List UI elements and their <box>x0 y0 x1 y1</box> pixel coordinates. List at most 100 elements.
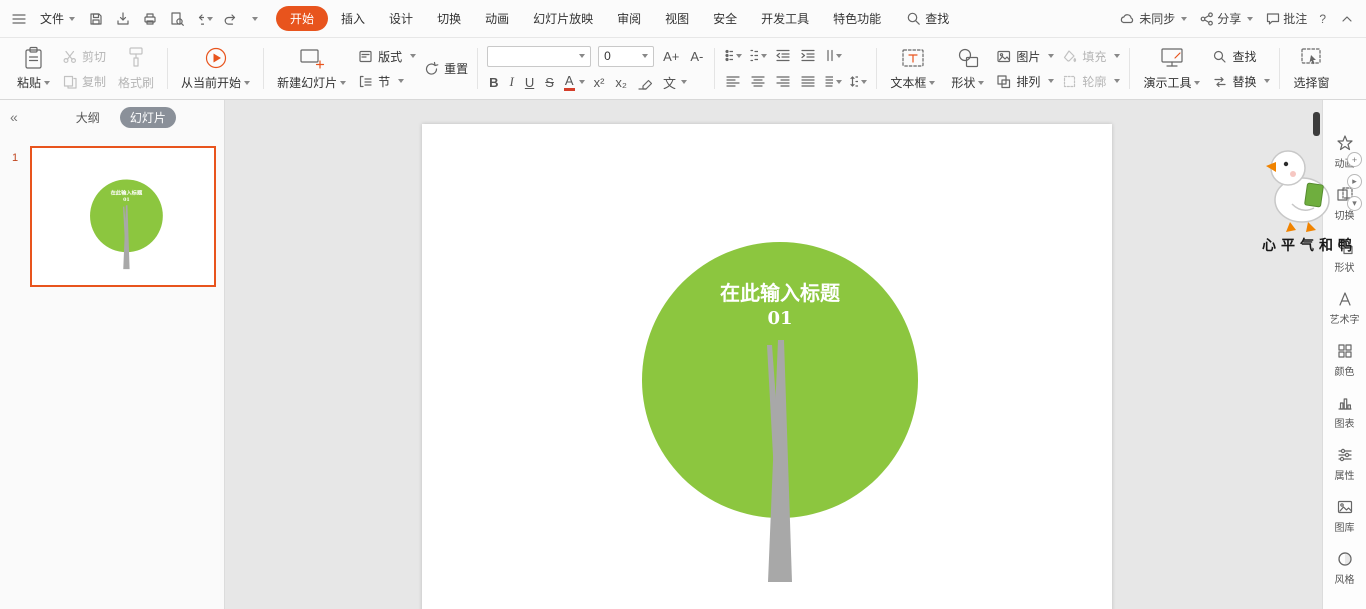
font-name-combobox[interactable] <box>487 45 592 67</box>
underline-button[interactable]: U <box>523 75 536 90</box>
scissors-icon <box>63 50 77 63</box>
textbox-icon <box>902 49 924 67</box>
replace-button[interactable]: 替换 <box>1212 73 1271 90</box>
file-menu[interactable]: 文件 <box>36 10 79 27</box>
tab-outline-pane[interactable]: 大纲 <box>66 107 110 128</box>
reset-button[interactable]: 重置 <box>424 60 468 77</box>
rightbar-style[interactable]: 风格 <box>1323 550 1366 602</box>
tab-devtools[interactable]: 开发工具 <box>750 6 820 31</box>
tree-graphic[interactable]: 在此输入标题 01 <box>422 124 1112 609</box>
picture-label: 图片 <box>1016 49 1041 64</box>
section-button[interactable]: 节 <box>358 73 416 90</box>
slide-title[interactable]: 在此输入标题 <box>720 281 841 305</box>
tools-group: 演示工具 查找 替换 <box>1130 41 1279 96</box>
new-slide-button[interactable]: 新建幻灯片 <box>273 44 350 93</box>
mascot-play-button[interactable]: ▸ <box>1347 174 1362 189</box>
paste-button[interactable]: 粘贴 <box>13 44 54 93</box>
rightbar-chart-label: 图表 <box>1334 419 1355 430</box>
print-icon[interactable] <box>141 10 159 28</box>
replace-icon <box>1214 76 1227 87</box>
layout-button[interactable]: 版式 <box>358 48 417 65</box>
superscript-button[interactable]: x² <box>592 75 607 90</box>
bold-button[interactable]: B <box>487 75 500 90</box>
mascot-collapse-button[interactable]: ▾ <box>1347 196 1362 211</box>
outline-button[interactable]: 轮廓 <box>1062 73 1121 90</box>
rightbar-wordart[interactable]: 艺术字 <box>1323 290 1366 342</box>
share-button[interactable]: 分享 <box>1199 10 1254 27</box>
tab-view[interactable]: 视图 <box>654 6 700 31</box>
scrollbar-thumb[interactable] <box>1313 112 1320 136</box>
tab-home[interactable]: 开始 <box>276 6 329 31</box>
tab-animation[interactable]: 动画 <box>474 6 520 31</box>
sync-status[interactable]: 未同步 <box>1119 10 1188 27</box>
tab-slides-pane[interactable]: 幻灯片 <box>119 106 176 128</box>
find-command-label: 查找 <box>925 12 950 26</box>
textbox-button[interactable]: 文本框 <box>886 44 939 93</box>
slide-thumbnail[interactable]: 在此输入标题 01 <box>30 146 216 287</box>
font-color-button[interactable]: A <box>563 73 585 91</box>
comment-button[interactable]: 批注 <box>1265 10 1307 27</box>
search-icon <box>1214 50 1227 63</box>
align-left-button[interactable] <box>724 73 742 91</box>
copy-button[interactable]: 复制 <box>62 73 106 90</box>
clear-format-button[interactable] <box>636 73 654 91</box>
collapse-panel-button[interactable]: « <box>10 109 18 125</box>
cut-button[interactable]: 剪切 <box>62 48 106 65</box>
save-icon[interactable] <box>87 10 105 28</box>
tab-insert[interactable]: 插入 <box>330 6 376 31</box>
picture-button[interactable]: 图片 <box>996 48 1055 65</box>
tab-design[interactable]: 设计 <box>378 6 424 31</box>
presentation-tools-button[interactable]: 演示工具 <box>1139 44 1204 93</box>
hamburger-menu-icon[interactable] <box>10 10 28 28</box>
slide-canvas[interactable]: 在此输入标题 01 <box>422 124 1112 609</box>
fill-button[interactable]: 填充 <box>1062 48 1121 65</box>
increase-indent-button[interactable] <box>799 47 817 65</box>
rightbar-color[interactable]: 颜色 <box>1323 342 1366 394</box>
editing-canvas[interactable]: 在此输入标题 01 <box>225 100 1322 609</box>
collapse-ribbon-icon[interactable] <box>1338 10 1356 28</box>
shapes-button[interactable]: 形状 <box>947 44 988 93</box>
distribute-button[interactable] <box>824 73 843 91</box>
format-painter-button[interactable]: 格式刷 <box>114 44 158 93</box>
find-command[interactable]: 查找 <box>906 10 949 27</box>
tab-transition[interactable]: 切换 <box>426 6 472 31</box>
copy-icon <box>63 75 77 89</box>
tab-security[interactable]: 安全 <box>702 6 748 31</box>
decrease-font-button[interactable]: A- <box>688 49 705 64</box>
help-button[interactable]: ? <box>1319 12 1326 26</box>
export-icon[interactable] <box>114 10 132 28</box>
rightbar-properties[interactable]: 属性 <box>1323 446 1366 498</box>
rightbar-gallery[interactable]: 图库 <box>1323 498 1366 550</box>
tab-special-features[interactable]: 特色功能 <box>822 6 892 31</box>
subscript-button[interactable]: x₂ <box>613 75 629 90</box>
redo-button[interactable] <box>222 10 240 28</box>
rightbar-chart[interactable]: 图表 <box>1323 394 1366 446</box>
assistant-mascot[interactable]: + ▸ ▾ 心平气和鸭 <box>1262 138 1366 255</box>
arrange-button[interactable]: 排列 <box>996 73 1055 90</box>
tab-review[interactable]: 审阅 <box>606 6 652 31</box>
strikethrough-button[interactable]: S <box>543 75 556 90</box>
duck-mascot-image <box>1266 150 1330 232</box>
undo-button[interactable] <box>195 10 214 28</box>
bullets-button[interactable] <box>724 47 743 65</box>
decrease-indent-button[interactable] <box>774 47 792 65</box>
justify-button[interactable] <box>799 73 817 91</box>
align-right-button[interactable] <box>774 73 792 91</box>
numbering-button[interactable] <box>749 47 768 65</box>
slide-subtitle[interactable]: 01 <box>767 308 792 329</box>
find-button[interactable]: 查找 <box>1212 48 1270 65</box>
mascot-add-button[interactable]: + <box>1347 152 1362 167</box>
tab-slideshow[interactable]: 幻灯片放映 <box>522 6 604 31</box>
font-size-combobox[interactable]: 0 <box>598 45 655 67</box>
selection-pane-button[interactable]: 选择窗 <box>1289 44 1333 93</box>
play-from-current-button[interactable]: 从当前开始 <box>177 44 254 93</box>
italic-button[interactable]: I <box>508 74 516 90</box>
chevron-down-icon <box>1048 54 1055 58</box>
print-preview-icon[interactable] <box>168 10 186 28</box>
phonetic-guide-button[interactable]: 文 <box>661 73 687 92</box>
text-direction-button[interactable] <box>824 47 843 65</box>
more-commands-chevron-icon[interactable] <box>252 16 259 21</box>
align-center-button[interactable] <box>749 73 767 91</box>
increase-font-button[interactable]: A+ <box>661 49 681 64</box>
line-spacing-button[interactable] <box>849 73 868 91</box>
